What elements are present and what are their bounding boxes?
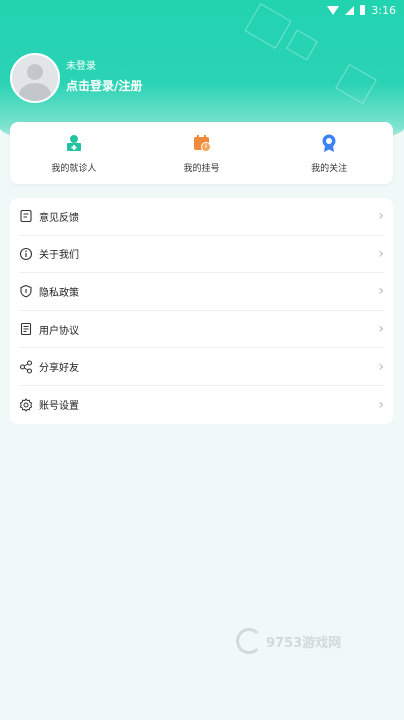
- watermark-logo-icon: [236, 628, 262, 654]
- chevron-right-icon: ›: [378, 245, 384, 262]
- menu-item-label: 用户协议: [39, 325, 79, 337]
- favorite-icon: [318, 132, 340, 154]
- menu-item-label: 隐私政策: [39, 287, 79, 299]
- document-icon: [19, 322, 33, 336]
- share-icon: [19, 360, 33, 374]
- chevron-right-icon: ›: [378, 208, 384, 225]
- status-bar: 3:16: [0, 0, 404, 20]
- battery-icon: [360, 5, 366, 15]
- quick-item-appointments[interactable]: 我的挂号: [138, 122, 266, 184]
- quick-item-patients[interactable]: 我的就诊人: [10, 122, 138, 184]
- status-time: 3:16: [371, 3, 396, 17]
- avatar[interactable]: [10, 53, 60, 103]
- info-icon: [19, 247, 33, 261]
- login-status: 未登录: [66, 61, 96, 72]
- quick-item-label: 我的就诊人: [51, 164, 97, 174]
- patient-icon: [63, 132, 85, 154]
- quick-item-label: 我的挂号: [183, 164, 220, 174]
- menu-item-label: 账号设置: [39, 401, 79, 413]
- menu-item-account-settings[interactable]: 账号设置 ›: [19, 386, 384, 424]
- watermark-text: 9753游戏网: [266, 635, 342, 651]
- menu-item-label: 分享好友: [39, 363, 79, 375]
- menu-item-label: 意见反馈: [39, 212, 79, 224]
- decor-hex: [286, 29, 318, 61]
- menu-item-agreement[interactable]: 用户协议 ›: [19, 311, 384, 349]
- quick-item-favorites[interactable]: 我的关注: [265, 122, 393, 184]
- menu-item-label: 关于我们: [39, 250, 79, 262]
- chevron-right-icon: ›: [378, 396, 384, 413]
- menu-card: 意见反馈 › 关于我们 › 隐私政策 › 用户协议 › 分享好友 › 账号设置 …: [10, 198, 393, 424]
- shield-icon: [19, 284, 33, 298]
- menu-item-feedback[interactable]: 意见反馈 ›: [19, 198, 384, 236]
- decor-hex: [335, 63, 377, 105]
- login-register-link[interactable]: 点击登录/注册: [66, 77, 142, 94]
- feedback-icon: [19, 209, 33, 223]
- chevron-right-icon: ›: [378, 358, 384, 375]
- wifi-icon: [327, 5, 340, 15]
- settings-icon: [19, 397, 33, 412]
- appointment-icon: [191, 132, 213, 154]
- signal-icon: [345, 5, 355, 15]
- avatar-head: [27, 64, 43, 80]
- watermark: 9753游戏网: [236, 628, 341, 654]
- quick-actions-card: 我的就诊人 我的挂号 我的关注: [10, 122, 393, 184]
- menu-item-share[interactable]: 分享好友 ›: [19, 348, 384, 386]
- chevron-right-icon: ›: [378, 283, 384, 300]
- menu-item-privacy[interactable]: 隐私政策 ›: [19, 273, 384, 311]
- quick-item-label: 我的关注: [311, 164, 348, 174]
- avatar-body: [19, 83, 51, 101]
- chevron-right-icon: ›: [378, 321, 384, 338]
- menu-item-about[interactable]: 关于我们 ›: [19, 236, 384, 274]
